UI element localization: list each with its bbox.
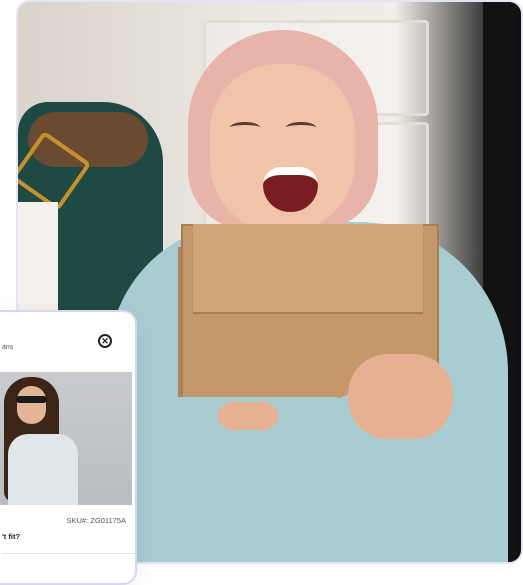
- model-face: [17, 386, 46, 424]
- product-card[interactable]: ans ✕ SKU#: ZG01175A 't fit?: [0, 310, 137, 585]
- product-image[interactable]: [0, 372, 132, 505]
- left-hand: [218, 402, 278, 430]
- sku-label: SKU#: ZG01175A: [66, 516, 126, 525]
- box-flap: [193, 224, 423, 314]
- fit-question-link[interactable]: 't fit?: [2, 532, 20, 541]
- card-brand-text: ans: [2, 344, 14, 351]
- close-icon[interactable]: ✕: [98, 334, 112, 348]
- card-divider: [2, 553, 135, 554]
- left-eye: [230, 122, 260, 133]
- right-hand: [348, 354, 453, 439]
- right-eye: [286, 122, 316, 133]
- sunglasses: [16, 396, 47, 403]
- model-top: [8, 434, 78, 505]
